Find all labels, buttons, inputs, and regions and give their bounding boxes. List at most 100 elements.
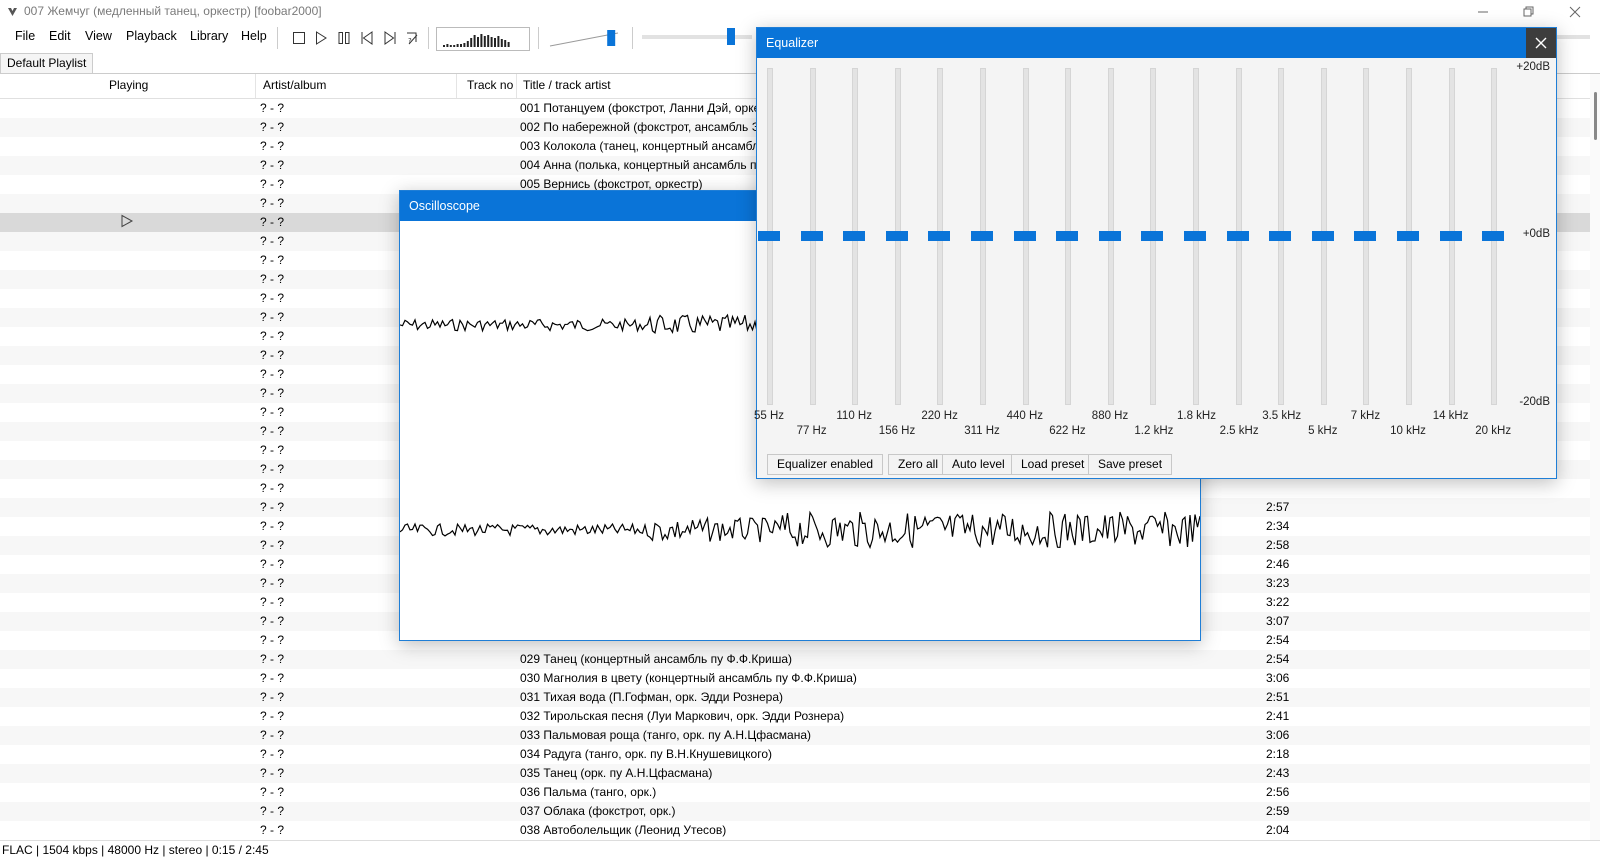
playlist-scrollbar[interactable] bbox=[1590, 74, 1600, 840]
column-header-artist[interactable]: Artist/album bbox=[263, 78, 326, 92]
menu-playback[interactable]: Playback bbox=[123, 29, 180, 43]
spectrum-visualizer bbox=[436, 27, 530, 51]
row-title: 036 Пальма (танго, орк.) bbox=[520, 785, 657, 799]
save-preset-button[interactable]: Save preset bbox=[1088, 454, 1173, 475]
eq-slider-thumb[interactable] bbox=[1013, 230, 1036, 241]
previous-icon[interactable] bbox=[358, 29, 376, 47]
row-duration: 2:18 bbox=[1266, 747, 1290, 761]
scrollbar-thumb[interactable] bbox=[1594, 92, 1597, 140]
tab-default-playlist[interactable]: Default Playlist bbox=[0, 53, 94, 73]
zero-all-button[interactable]: Zero all bbox=[888, 454, 949, 475]
eq-slider-thumb[interactable] bbox=[800, 230, 823, 241]
eq-slider-thumb[interactable] bbox=[1226, 230, 1249, 241]
menu-help[interactable]: Help bbox=[238, 29, 270, 43]
equalizer-close-icon[interactable] bbox=[1526, 28, 1556, 58]
playlist-row[interactable]: ? - ? 037 Облака (фокстрот, орк.) 2:59 bbox=[0, 802, 1590, 821]
eq-band-label: 77 Hz bbox=[796, 425, 827, 437]
random-icon[interactable]: ? bbox=[404, 29, 422, 47]
eq-slider-thumb[interactable] bbox=[1397, 230, 1419, 241]
equalizer-title-bar[interactable]: Equalizer bbox=[757, 28, 1556, 58]
eq-band-label: 880 Hz bbox=[1091, 410, 1129, 422]
eq-slider-thumb[interactable] bbox=[1141, 230, 1164, 241]
eq-band-label: 622 Hz bbox=[1049, 425, 1086, 437]
close-window-icon[interactable] bbox=[1552, 0, 1598, 24]
eq-slider-thumb[interactable] bbox=[1056, 230, 1079, 241]
seek-thumb[interactable] bbox=[727, 28, 736, 45]
menu-library[interactable]: Library bbox=[187, 29, 231, 43]
row-artist: ? - ? bbox=[260, 728, 285, 742]
menu-edit[interactable]: Edit bbox=[46, 29, 74, 43]
spectrum-bar bbox=[473, 35, 476, 47]
column-divider[interactable] bbox=[255, 74, 256, 98]
row-artist: ? - ? bbox=[260, 652, 285, 666]
auto-level-button[interactable]: Auto level bbox=[942, 454, 1015, 475]
row-duration: 2:51 bbox=[1266, 690, 1290, 704]
eq-slider-thumb[interactable] bbox=[1269, 230, 1292, 241]
column-divider[interactable] bbox=[516, 74, 517, 98]
playlist-row[interactable]: ? - ? 031 Тихая вода (П.Гофман, орк. Эдди… bbox=[0, 688, 1590, 707]
playlist-row[interactable]: ? - ? 038 Автоболельщик (Леонид Утесов) 2:… bbox=[0, 821, 1590, 840]
row-artist: ? - ? bbox=[260, 823, 285, 837]
row-artist: ? - ? bbox=[260, 158, 285, 172]
spectrum-bar bbox=[490, 37, 493, 47]
play-icon[interactable] bbox=[312, 29, 330, 47]
eq-slider-thumb[interactable] bbox=[928, 230, 951, 241]
equalizer-window[interactable]: Equalizer 55 Hz 77 Hz 110 Hz 156 Hz 220 Hz 31… bbox=[754, 27, 1557, 479]
playlist-row[interactable]: ? - ? 033 Пальмовая роща (танго, орк. пу … bbox=[0, 726, 1590, 745]
row-title: 030 Магнолия в цвету (концертный ансамбл… bbox=[520, 671, 857, 685]
row-duration: 3:23 bbox=[1266, 576, 1290, 590]
eq-slider-thumb[interactable] bbox=[1354, 230, 1377, 241]
row-artist: ? - ? bbox=[260, 367, 285, 381]
minimize-icon[interactable] bbox=[1460, 0, 1506, 24]
column-header-title[interactable]: Title / track artist bbox=[523, 78, 611, 92]
load-preset-button[interactable]: Load preset bbox=[1011, 454, 1095, 475]
column-divider[interactable] bbox=[456, 74, 457, 98]
equalizer-title: Equalizer bbox=[766, 36, 819, 50]
menu-view[interactable]: View bbox=[82, 29, 115, 43]
eq-slider-thumb[interactable] bbox=[1482, 230, 1505, 241]
menu-file[interactable]: File bbox=[12, 29, 38, 43]
playlist-row[interactable]: ? - ? 032 Тирольская песня (Луи Маркович,… bbox=[0, 707, 1590, 726]
seek-bar[interactable] bbox=[642, 35, 752, 39]
stop-icon[interactable] bbox=[290, 29, 308, 47]
row-artist: ? - ? bbox=[260, 291, 285, 305]
eq-slider-thumb[interactable] bbox=[971, 230, 993, 241]
row-artist: ? - ? bbox=[260, 253, 285, 267]
restore-icon[interactable] bbox=[1506, 0, 1552, 24]
eq-slider-thumb[interactable] bbox=[758, 230, 780, 241]
eq-slider-thumb[interactable] bbox=[1098, 230, 1121, 241]
eq-slider-thumb[interactable] bbox=[885, 230, 908, 241]
eq-slider-thumb[interactable] bbox=[1311, 230, 1334, 241]
playlist-row[interactable]: ? - ? 036 Пальма (танго, орк.) 2:56 bbox=[0, 783, 1590, 802]
playlist-row[interactable]: ? - ? 034 Радуга (танго, орк. пу В.Н.Кнуш… bbox=[0, 745, 1590, 764]
row-duration: 2:54 bbox=[1266, 633, 1290, 647]
equalizer-enabled-button[interactable]: Equalizer enabled bbox=[767, 454, 884, 475]
column-header-playing[interactable]: Playing bbox=[109, 78, 148, 92]
playlist-row[interactable]: ? - ? 030 Магнолия в цвету (концертный ан… bbox=[0, 669, 1590, 688]
row-duration: 3:06 bbox=[1266, 671, 1290, 685]
row-artist: ? - ? bbox=[260, 690, 285, 704]
spectrum-bar bbox=[507, 42, 510, 47]
volume-slider[interactable] bbox=[548, 27, 624, 49]
playlist-row[interactable]: ? - ? 035 Танец (орк. пу А.Н.Цфасмана) 2:4… bbox=[0, 764, 1590, 783]
eq-db-label: -20dB bbox=[1519, 396, 1550, 408]
row-duration: 3:07 bbox=[1266, 614, 1290, 628]
row-title: 032 Тирольская песня (Луи Маркович, орк.… bbox=[520, 709, 845, 723]
eq-band-label: 156 Hz bbox=[878, 425, 916, 437]
eq-band-label: 10 kHz bbox=[1390, 425, 1426, 437]
next-icon[interactable] bbox=[381, 29, 399, 47]
row-artist: ? - ? bbox=[260, 329, 285, 343]
row-artist: ? - ? bbox=[260, 709, 285, 723]
eq-slider-thumb[interactable] bbox=[1439, 230, 1462, 241]
pause-icon[interactable] bbox=[335, 29, 353, 47]
spectrum-bar bbox=[466, 41, 469, 47]
toolbar-separator bbox=[538, 27, 539, 49]
row-artist: ? - ? bbox=[260, 272, 285, 286]
row-title: 034 Радуга (танго, орк. пу В.Н.Кнушевицк… bbox=[520, 747, 773, 761]
playlist-row[interactable]: ? - ? 029 Танец (концертный ансамбль пу Ф… bbox=[0, 650, 1590, 669]
spectrum-bar bbox=[446, 44, 449, 47]
eq-slider-thumb[interactable] bbox=[1184, 230, 1206, 241]
eq-band-label: 220 Hz bbox=[921, 410, 958, 422]
column-header-trackno[interactable]: Track no bbox=[467, 78, 513, 92]
eq-slider-thumb[interactable] bbox=[843, 230, 866, 241]
